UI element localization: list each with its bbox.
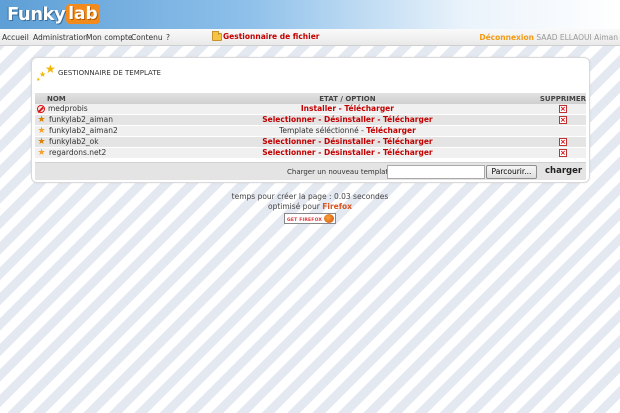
delete-icon[interactable]: × (558, 116, 567, 124)
desinstaller-link[interactable]: Désinstaller (324, 137, 375, 146)
status-text: - (374, 137, 384, 146)
status-text: - (315, 137, 324, 146)
nav-item-mon-compte[interactable]: Mon compte (86, 33, 133, 42)
delete-icon[interactable]: × (558, 105, 567, 113)
template-name: medprobis (48, 104, 88, 113)
star-icon: ★ (37, 114, 46, 125)
upload-submit-button[interactable]: charger (545, 166, 582, 176)
telecharger-link[interactable]: Télécharger (383, 115, 433, 124)
logout-link[interactable]: Déconnexion (479, 33, 534, 42)
desinstaller-link[interactable]: Désinstaller (324, 148, 375, 157)
star-icon: ★ (37, 147, 46, 158)
template-name-cell: ★ funkylab2_aiman (35, 114, 155, 126)
browse-button[interactable]: Parcourir... (486, 165, 537, 179)
logo-text: Funky (7, 3, 66, 25)
column-header-status: ETAT / OPTION (155, 93, 540, 104)
installer-link[interactable]: Installer (301, 104, 336, 113)
optimized-for: optimisé pour Firefox (0, 202, 620, 212)
table-row: ★ funkylab2_ok Selectionner - Désinstaller… (35, 136, 586, 148)
telecharger-link[interactable]: Télécharger (344, 104, 394, 113)
template-name-cell: medprobis (35, 104, 155, 115)
table-row: ★ funkylab2_aiman2 Template séléctionné - … (35, 125, 586, 137)
status-text: - (315, 115, 324, 124)
nav-item-contenu[interactable]: Contenu (131, 33, 163, 42)
template-table: NOM ETAT / OPTION SUPPRIMER medprobis Ins… (35, 93, 586, 159)
selectionner-link[interactable]: Selectionner (262, 148, 315, 157)
template-name: regardons.net2 (49, 148, 107, 157)
template-delete-cell (539, 125, 586, 137)
template-status-cell: Installer - Télécharger (155, 104, 540, 115)
status-text: - (374, 148, 384, 157)
template-delete-cell: × (539, 114, 586, 126)
get-firefox-badge[interactable]: GET FIREFOX (284, 213, 336, 224)
badge-text: GET FIREFOX (287, 218, 323, 223)
upload-label: Charger un nouveau template (287, 168, 393, 176)
desinstaller-link[interactable]: Désinstaller (324, 115, 375, 124)
nav-item-administration[interactable]: Administration (33, 33, 88, 42)
user-name: SAAD ELLAOUI Aiman (536, 33, 618, 42)
selectionner-link[interactable]: Selectionner (262, 115, 315, 124)
template-file-input[interactable] (387, 165, 485, 179)
table-row: medprobis Installer - Télécharger × (35, 104, 586, 115)
delete-icon[interactable]: × (558, 138, 567, 146)
folder-icon (212, 30, 222, 41)
forbidden-icon (37, 105, 45, 113)
template-manager-panel: ★ ★ ★ GESTIONNAIRE DE TEMPLATE NOM ETAT / … (31, 57, 590, 183)
main-nav: Accueil Administration Mon compte Conten… (0, 29, 620, 46)
stars-icon: ★ ★ ★ (36, 62, 56, 83)
status-text: - (315, 148, 324, 157)
template-name-cell: ★ funkylab2_ok (35, 136, 155, 148)
template-name-cell: ★ regardons.net2 (35, 147, 155, 159)
telecharger-link[interactable]: Télécharger (366, 126, 416, 135)
table-row: ★ funkylab2_aiman Selectionner - Désinstal… (35, 114, 586, 126)
optimized-prefix: optimisé pour (268, 202, 320, 211)
user-area: Déconnexion SAAD ELLAOUI Aiman (479, 33, 618, 42)
template-delete-cell: × (539, 104, 586, 115)
star-icon: ★ (37, 136, 46, 147)
firefox-link[interactable]: Firefox (322, 202, 352, 211)
table-row: ★ regardons.net2 Selectionner - Désinstall… (35, 147, 586, 159)
template-name: funkylab2_aiman (49, 115, 113, 124)
telecharger-link[interactable]: Télécharger (383, 148, 433, 157)
template-status-cell: Selectionner - Désinstaller - Télécharge… (155, 147, 540, 159)
template-status-cell: Selectionner - Désinstaller - Télécharge… (155, 136, 540, 148)
nav-item-help[interactable]: ? (166, 33, 170, 42)
star-icon: ★ (37, 125, 46, 136)
status-text: Template séléctionné - (279, 126, 367, 135)
app-header: Funky lab (0, 0, 620, 29)
render-time: temps pour créer la page : 0.03 secondes (231, 192, 389, 201)
column-header-delete: SUPPRIMER (539, 93, 586, 104)
template-name-cell: ★ funkylab2_aiman2 (35, 125, 155, 137)
template-delete-cell: × (539, 147, 586, 159)
upload-bar: Charger un nouveau template Parcourir...… (35, 162, 586, 180)
nav-item-accueil[interactable]: Accueil (2, 33, 29, 42)
status-text: - (374, 115, 384, 124)
file-manager-link[interactable]: Gestionnaire de fichier (212, 30, 320, 41)
template-status-cell: Template séléctionné - Télécharger (155, 125, 540, 137)
logo-accent: lab (66, 4, 100, 24)
panel-header: ★ ★ ★ GESTIONNAIRE DE TEMPLATE (36, 62, 161, 84)
template-delete-cell: × (539, 136, 586, 148)
panel-title: GESTIONNAIRE DE TEMPLATE (58, 69, 161, 77)
file-manager-label: Gestionnaire de fichier (223, 32, 320, 41)
funkylab-logo[interactable]: Funky lab (7, 3, 100, 25)
firefox-globe-icon (324, 214, 334, 223)
column-header-name: NOM (35, 93, 155, 104)
telecharger-link[interactable]: Télécharger (383, 137, 433, 146)
template-name: funkylab2_ok (49, 137, 99, 146)
selectionner-link[interactable]: Selectionner (262, 137, 315, 146)
template-name: funkylab2_aiman2 (49, 126, 118, 135)
delete-icon[interactable]: × (558, 149, 567, 157)
table-header-row: NOM ETAT / OPTION SUPPRIMER (35, 93, 586, 104)
page-footer: temps pour créer la page : 0.03 secondes… (0, 192, 620, 227)
template-status-cell: Selectionner - Désinstaller - Télécharge… (155, 114, 540, 126)
